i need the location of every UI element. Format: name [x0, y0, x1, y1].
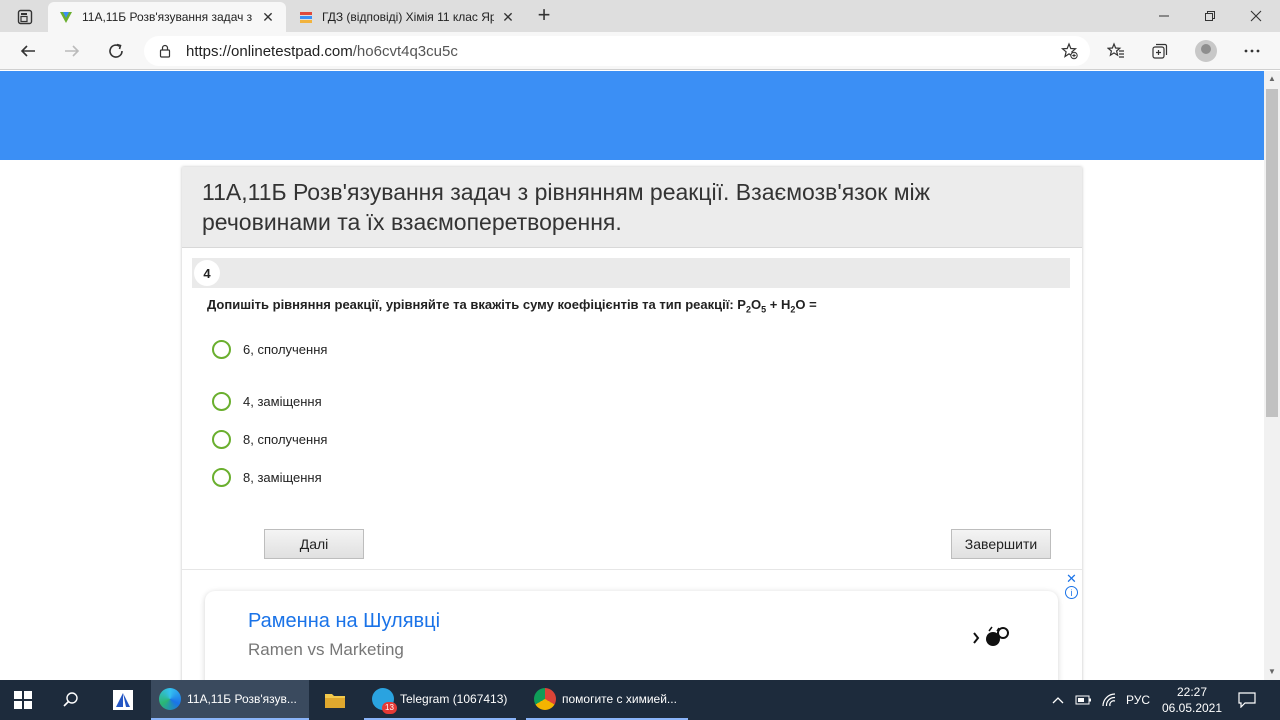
tray-chevron-icon[interactable]	[1052, 680, 1064, 720]
answer-option[interactable]: 4, заміщення	[212, 392, 322, 411]
url-text: https://onlinetestpad.com/ho6cvt4q3cu5c	[186, 43, 458, 60]
question-part: + H	[766, 297, 791, 312]
clock[interactable]: 22:27 06.05.2021	[1160, 684, 1224, 716]
question-number-bar: 4	[192, 258, 1070, 288]
file-explorer-icon[interactable]	[324, 680, 346, 720]
ad-arrow-icon[interactable]	[972, 625, 1012, 656]
answer-label[interactable]: 8, заміщення	[243, 470, 322, 485]
browser-toolbar: https://onlinetestpad.com/ho6cvt4q3cu5c	[0, 32, 1280, 70]
ad-info-icon[interactable]: i	[1065, 586, 1078, 599]
tab-title: 11А,11Б Розв'язування задач з р	[82, 10, 254, 24]
radio-button[interactable]	[212, 340, 231, 359]
ad-banner[interactable]: Раменна на Шулявці Ramen vs Marketing	[205, 591, 1058, 680]
site-header-bar	[0, 71, 1264, 160]
next-button[interactable]: Далі	[264, 529, 364, 559]
power-icon[interactable]	[1075, 680, 1093, 720]
ad-subtitle: Ramen vs Marketing	[248, 640, 404, 659]
minimize-icon[interactable]	[1141, 0, 1187, 32]
test-header: 11А,11Б Розв'язування задач з рівнянням …	[182, 167, 1082, 248]
web-page: 11А,11Б Розв'язування задач з рівнянням …	[0, 71, 1264, 680]
profile-avatar[interactable]	[1195, 40, 1217, 62]
question-number: 4	[194, 260, 220, 286]
wifi-icon[interactable]	[1101, 680, 1117, 720]
add-favorite-icon[interactable]	[1060, 42, 1078, 65]
restore-icon[interactable]	[1187, 0, 1233, 32]
new-tab-button[interactable]: +	[532, 4, 556, 28]
windows-taskbar: 11А,11Б Розв'язув... 13 Telegram (106741…	[0, 680, 1280, 720]
scroll-down-icon[interactable]: ▼	[1264, 664, 1280, 680]
answer-label[interactable]: 8, сполучення	[243, 432, 327, 447]
scroll-thumb[interactable]	[1266, 89, 1278, 417]
browser-tab-bar: 11А,11Б Розв'язування задач з р ✕ ГДЗ (в…	[0, 0, 1280, 32]
back-icon[interactable]	[14, 37, 42, 65]
gdz-favicon-icon	[298, 9, 314, 25]
question-part: O =	[795, 297, 817, 312]
taskbar-app-label: Telegram (1067413)	[400, 692, 508, 706]
tab-close-icon[interactable]: ✕	[260, 9, 276, 26]
language-indicator[interactable]: РУС	[1126, 680, 1150, 720]
radio-button[interactable]	[212, 468, 231, 487]
taskbar-app-label: 11А,11Б Розв'язув...	[187, 692, 297, 706]
finish-button[interactable]: Завершити	[951, 529, 1051, 559]
collections-icon[interactable]	[1148, 39, 1172, 63]
ad-title[interactable]: Раменна на Шулявці	[248, 610, 440, 633]
telegram-badge: 13	[382, 702, 397, 714]
tab-actions-icon[interactable]	[8, 6, 42, 28]
clock-date: 06.05.2021	[1161, 701, 1223, 715]
divider	[182, 569, 1082, 570]
page-scrollbar[interactable]: ▲ ▼	[1264, 71, 1280, 680]
lock-icon[interactable]	[158, 44, 172, 58]
radio-button[interactable]	[212, 430, 231, 449]
question-prefix: Допишіть рівняння реакції, урівняйте та …	[207, 297, 746, 312]
tab-gdz[interactable]: ГДЗ (відповіді) Хімія 11 клас Яр ✕	[288, 2, 526, 32]
taskbar-edge-app[interactable]: 11А,11Б Розв'язув...	[151, 680, 309, 720]
search-icon[interactable]	[62, 680, 80, 720]
edge-icon	[159, 688, 181, 710]
taskbar-telegram-app[interactable]: 13 Telegram (1067413)	[364, 680, 516, 720]
question-part: O	[750, 297, 762, 312]
clock-time: 22:27	[1176, 685, 1208, 699]
tab-onlinetestpad[interactable]: 11А,11Б Розв'язування задач з р ✕	[48, 2, 286, 32]
test-title: 11А,11Б Розв'язування задач з рівнянням …	[202, 179, 931, 235]
chrome-icon	[534, 688, 556, 710]
taskbar-chrome-app[interactable]: помогите с химией...	[526, 680, 688, 720]
forward-icon[interactable]	[58, 37, 86, 65]
scroll-up-icon[interactable]: ▲	[1264, 71, 1280, 87]
answer-option[interactable]: 8, сполучення	[212, 430, 327, 449]
ad-close-icon[interactable]: ✕	[1066, 571, 1077, 587]
start-icon[interactable]	[14, 680, 32, 720]
onlinetestpad-favicon-icon	[58, 9, 74, 25]
address-bar[interactable]: https://onlinetestpad.com/ho6cvt4q3cu5c	[144, 36, 1090, 66]
answer-label[interactable]: 4, заміщення	[243, 394, 322, 409]
pinned-app-icon[interactable]	[112, 680, 134, 720]
more-menu-icon[interactable]	[1240, 39, 1264, 63]
question-text: Допишіть рівняння реакції, урівняйте та …	[207, 297, 817, 315]
url-path: /ho6cvt4q3cu5c	[352, 42, 458, 60]
favorites-icon[interactable]	[1104, 39, 1128, 63]
refresh-icon[interactable]	[102, 37, 130, 65]
tab-close-icon[interactable]: ✕	[500, 9, 516, 26]
tab-title: ГДЗ (відповіді) Хімія 11 клас Яр	[322, 10, 494, 24]
answer-option[interactable]: 8, заміщення	[212, 468, 322, 487]
url-host: https://onlinetestpad.com	[186, 42, 353, 60]
radio-button[interactable]	[212, 392, 231, 411]
notifications-icon[interactable]	[1238, 680, 1256, 720]
answer-option[interactable]: 6, сполучення	[212, 340, 327, 359]
close-window-icon[interactable]	[1233, 0, 1279, 32]
taskbar-app-label: помогите с химией...	[562, 692, 677, 706]
answer-label[interactable]: 6, сполучення	[243, 342, 327, 357]
